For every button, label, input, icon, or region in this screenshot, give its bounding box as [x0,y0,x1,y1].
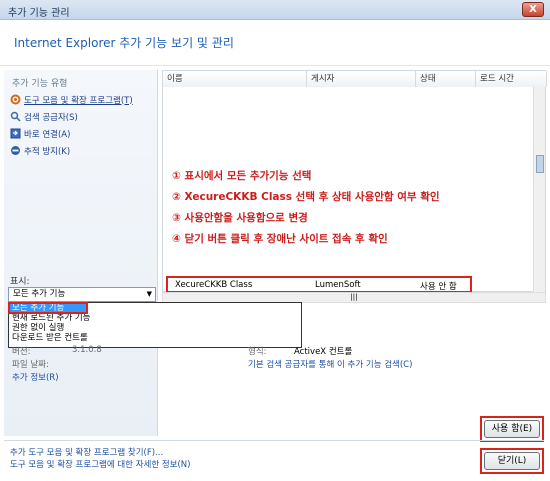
find-more-link[interactable]: 추가 도구 모음 및 확장 프로그램 찾기(F)... [10,446,163,458]
category-search-providers[interactable]: 검색 공급자(S) [10,109,78,124]
dropdown-option[interactable]: 권한 없이 실행 [9,323,301,333]
column-load-time[interactable]: 로드 시간 [476,71,547,87]
category-label: 바로 연결(A) [24,129,71,140]
scrollbar-thumb[interactable] [536,155,544,173]
accelerator-icon [10,128,21,139]
option-highlight-box [8,302,88,314]
chevron-down-icon: ▼ [146,290,152,298]
dropdown-value: 모든 추가 기능 [13,289,66,299]
category-label: 검색 공급자(S) [24,112,78,123]
more-info-link[interactable]: 추가 정보(R) [12,371,59,383]
vertical-scrollbar[interactable] [533,87,545,292]
title-bar: 추가 기능 관리 X [0,0,550,20]
search-icon [10,111,21,122]
show-dropdown[interactable]: 모든 추가 기능 ▼ [8,287,156,302]
window-title: 추가 기능 관리 [8,8,70,19]
instruction-step: ① 표시에서 모든 추가기능 선택 [172,170,312,182]
category-label: 추적 방지(K) [24,146,71,157]
column-status[interactable]: 상태 [416,71,476,87]
block-icon [10,145,21,156]
type-label: 형식: [248,347,267,357]
close-button[interactable]: X [522,2,544,17]
instruction-list: ① 표시에서 모든 추가기능 선택 ② XecureCKKB Class 선택 … [172,166,440,250]
instruction-step: ③ 사용안함을 사용함으로 변경 [172,212,308,224]
version-label: 버전: [12,347,31,357]
row-status: 사용 안 함 [420,282,457,292]
row-name: XecureCKKB Class [175,280,253,290]
category-accelerators[interactable]: 바로 연결(A) [10,126,70,141]
show-label: 표시: [10,277,30,287]
category-toolbars-extensions[interactable]: 도구 모음 및 확장 프로그램(T) [10,92,133,107]
dropdown-option[interactable]: 현재 로드된 추가 기능 [9,313,301,323]
file-date-label: 파일 날짜: [12,360,49,370]
column-publisher[interactable]: 게시자 [307,71,416,87]
page-title: Internet Explorer 추가 기능 보기 및 관리 [14,36,234,50]
column-name[interactable]: 이름 [163,71,307,87]
table-row[interactable]: XecureCKKB Class LumenSoft 사용 안 함 [166,276,472,293]
search-addon-link[interactable]: 기본 검색 공급자를 통해 이 추가 기능 검색(C) [248,358,412,370]
footer-divider [4,440,544,441]
instruction-step: ② XecureCKKB Class 선택 후 상태 사용안함 여부 확인 [172,191,440,203]
header-banner: Internet Explorer 추가 기능 보기 및 관리 [0,20,550,66]
type-value: ActiveX 컨트롤 [294,347,353,357]
instruction-step: ④ 닫기 버튼 클릭 후 장애난 사이트 접속 후 확인 [172,233,388,245]
learn-more-link[interactable]: 도구 모음 및 확장 프로그램에 대한 자세한 정보(N) [10,458,191,470]
addon-type-label: 추가 기능 유형 [12,79,68,89]
gear-icon [10,94,21,105]
category-label: 도구 모음 및 확장 프로그램(T) [24,95,133,106]
dropdown-option[interactable]: 다운로드 받은 컨트롤 [9,333,301,343]
category-tracking-protection[interactable]: 추적 방지(K) [10,143,70,158]
enable-button[interactable]: 사용 함(E) [484,420,540,438]
version-value: 3.1.0.8 [72,345,102,355]
close-dialog-button[interactable]: 닫기(L) [484,452,540,470]
row-publisher: LumenSoft [315,280,361,290]
